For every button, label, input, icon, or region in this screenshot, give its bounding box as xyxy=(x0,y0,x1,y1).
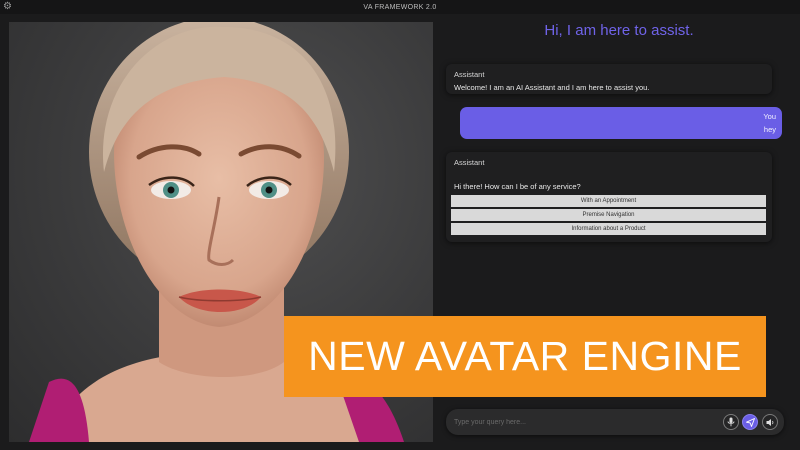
banner-text: NEW AVATAR ENGINE xyxy=(308,333,742,379)
microphone-icon xyxy=(727,417,735,427)
assistant-message-card: Assistant Welcome! I am an AI Assistant … xyxy=(446,64,772,94)
promo-banner: NEW AVATAR ENGINE xyxy=(284,316,766,397)
quick-reply-options: With an Appointment Premise Navigation I… xyxy=(451,195,766,235)
send-button[interactable] xyxy=(742,414,758,430)
speaker-icon xyxy=(766,418,773,426)
message-text: Hi there! How can I be of any service? xyxy=(454,182,581,191)
query-bar xyxy=(446,409,784,435)
mic-button[interactable] xyxy=(723,414,739,430)
message-text: Welcome! I am an AI Assistant and I am h… xyxy=(454,83,650,92)
speaker-button[interactable] xyxy=(762,414,778,430)
message-sender: Assistant xyxy=(454,158,485,167)
send-icon xyxy=(745,417,755,427)
message-sender: Assistant xyxy=(454,70,485,79)
message-sender: You xyxy=(763,112,776,121)
user-message-bubble: You hey xyxy=(460,107,782,139)
gear-icon[interactable]: ⚙ xyxy=(3,1,12,13)
option-product-info-button[interactable]: Information about a Product xyxy=(451,223,766,235)
chat-header: Hi, I am here to assist. xyxy=(544,22,694,39)
option-navigation-button[interactable]: Premise Navigation xyxy=(451,209,766,221)
query-input[interactable] xyxy=(454,414,712,430)
assistant-message-card: Assistant Hi there! How can I be of any … xyxy=(446,152,772,242)
message-text: hey xyxy=(763,125,776,134)
option-appointment-button[interactable]: With an Appointment xyxy=(451,195,766,207)
title-bar: ⚙ VA FRAMEWORK 2.0 xyxy=(0,0,800,14)
window-title: VA FRAMEWORK 2.0 xyxy=(363,3,437,11)
